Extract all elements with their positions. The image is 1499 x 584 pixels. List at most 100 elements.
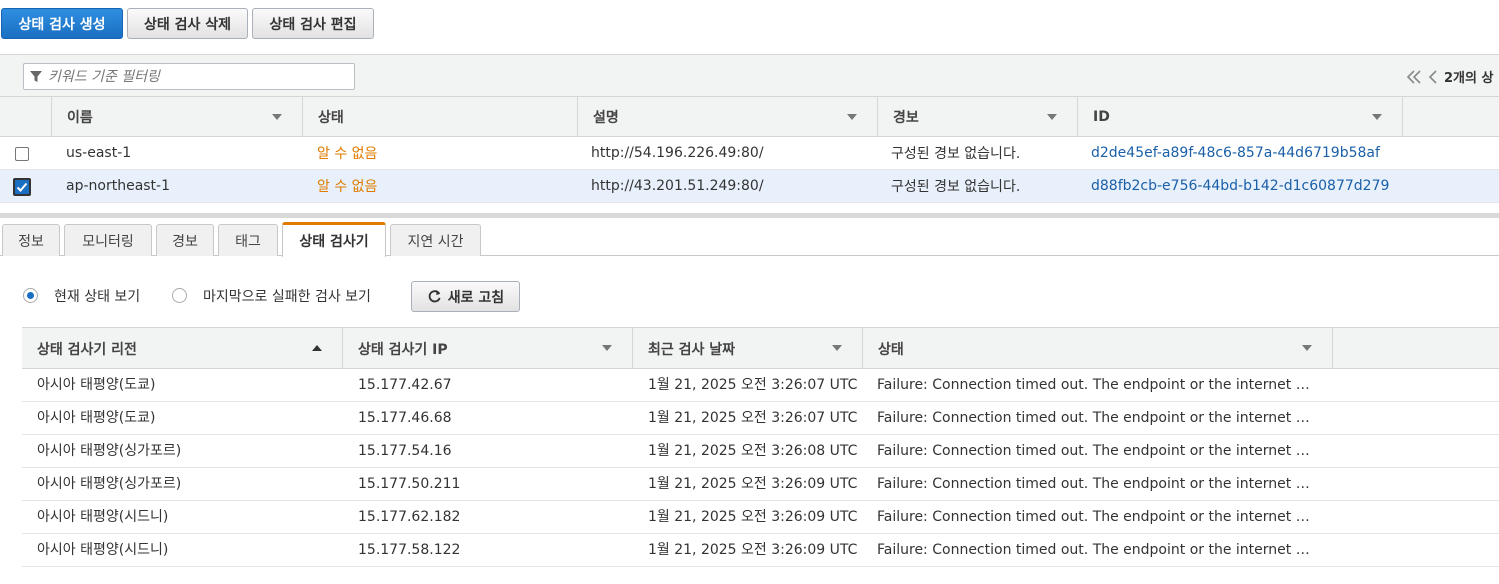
delete-health-check-button[interactable]: 상태 검사 삭제: [127, 8, 248, 39]
checker-status-text: Failure: Connection timed out. The endpo…: [877, 542, 1310, 558]
checker-status-text: Failure: Connection timed out. The endpo…: [877, 377, 1310, 393]
column-header-extra: [1402, 97, 1499, 137]
table-row[interactable]: ap-northeast-1 알 수 없음 http://43.201.51.2…: [0, 170, 1499, 203]
checker-last-check: 1월 21, 2025 오전 3:26:08 UTC: [648, 435, 863, 467]
refresh-button[interactable]: 새로 고침: [411, 281, 520, 312]
checker-region-text: 아시아 태평양(도쿄): [37, 377, 156, 393]
checker-status: Failure: Connection timed out. The endpo…: [877, 369, 1310, 401]
column-header-alarm[interactable]: 경보: [877, 97, 1077, 137]
row-status: 알 수 없음: [317, 146, 378, 162]
refresh-icon: [428, 289, 441, 303]
column-header-checker-status[interactable]: 상태: [863, 328, 1333, 369]
last-failed-radio[interactable]: [172, 288, 187, 303]
checker-row: 아시아 태평양(도쿄) 15.177.46.68 1월 21, 2025 오전 3:…: [22, 402, 1499, 435]
checker-last-check: 1월 21, 2025 오전 3:26:07 UTC: [648, 369, 863, 401]
sort-icon: [1302, 345, 1312, 351]
column-header-region[interactable]: 상태 검사기 리전: [22, 328, 343, 369]
pager-count: 2개의 상: [1444, 71, 1494, 86]
tab-latency[interactable]: 지연 시간: [390, 224, 481, 256]
create-health-check-button[interactable]: 상태 검사 생성: [1, 8, 123, 39]
checker-region: 아시아 태평양(싱가포르): [37, 468, 337, 500]
tab-tags[interactable]: 태그: [218, 224, 278, 256]
filter-bar: 2개의 상: [0, 54, 1499, 96]
checker-region-text: 아시아 태평양(싱가포르): [37, 476, 182, 492]
checker-last-check: 1월 21, 2025 오전 3:26:09 UTC: [648, 534, 863, 566]
first-page-icon[interactable]: [1406, 69, 1422, 84]
sort-icon: [272, 114, 282, 120]
checker-row: 아시아 태평양(도쿄) 15.177.42.67 1월 21, 2025 오전 3:…: [22, 369, 1499, 402]
row-alarm: 구성된 경보 없습니다.: [891, 179, 1021, 195]
checker-region: 아시아 태평양(도쿄): [37, 402, 337, 434]
health-checks-table: 이름 상태 설명 경보 ID us-east-1 알 수 없음 http://5…: [0, 96, 1499, 203]
checker-region-text: 아시아 태평양(시드니): [37, 542, 169, 558]
column-header-ip[interactable]: 상태 검사기 IP: [343, 328, 633, 369]
checker-last-check-text: 1월 21, 2025 오전 3:26:08 UTC: [648, 443, 858, 459]
column-header-id[interactable]: ID: [1077, 97, 1402, 137]
tab-monitoring[interactable]: 모니터링: [64, 224, 152, 256]
checker-ip-text: 15.177.54.16: [358, 443, 452, 459]
checker-region-text: 아시아 태평양(싱가포르): [37, 443, 182, 459]
table-header: 이름 상태 설명 경보 ID: [0, 96, 1499, 137]
checker-last-check-text: 1월 21, 2025 오전 3:26:09 UTC: [648, 476, 858, 492]
tab-alarms[interactable]: 경보: [156, 224, 214, 256]
checker-row: 아시아 태평양(시드니) 15.177.62.182 1월 21, 2025 오전 …: [22, 501, 1499, 534]
checker-status-text: Failure: Connection timed out. The endpo…: [877, 443, 1310, 459]
checker-last-check-text: 1월 21, 2025 오전 3:26:07 UTC: [648, 410, 858, 426]
checker-region-text: 아시아 태평양(도쿄): [37, 410, 156, 426]
checker-status-text: Failure: Connection timed out. The endpo…: [877, 410, 1310, 426]
checker-last-check: 1월 21, 2025 오전 3:26:09 UTC: [648, 501, 863, 533]
checker-ip-text: 15.177.42.67: [358, 377, 452, 393]
sort-icon: [602, 345, 612, 351]
checker-status: Failure: Connection timed out. The endpo…: [877, 534, 1310, 566]
checker-last-check-text: 1월 21, 2025 오전 3:26:07 UTC: [648, 377, 858, 393]
row-description: http://43.201.51.249:80/: [591, 178, 764, 194]
checker-status: Failure: Connection timed out. The endpo…: [877, 435, 1310, 467]
checker-ip: 15.177.58.122: [358, 534, 628, 566]
column-header-description[interactable]: 설명: [577, 97, 877, 137]
checker-region: 아시아 태평양(도쿄): [37, 369, 337, 401]
last-failed-label: 마지막으로 실패한 검사 보기: [203, 289, 371, 305]
edit-health-check-button[interactable]: 상태 검사 편집: [252, 8, 374, 39]
row-name: us-east-1: [66, 145, 132, 161]
checker-ip: 15.177.42.67: [358, 369, 628, 401]
checker-ip: 15.177.54.16: [358, 435, 628, 467]
checker-region-text: 아시아 태평양(시드니): [37, 509, 169, 525]
panel-resize-handle[interactable]: [0, 213, 1499, 218]
filter-box[interactable]: [23, 63, 355, 90]
column-header-name[interactable]: 이름: [51, 97, 302, 137]
tab-info[interactable]: 정보: [2, 224, 60, 256]
checker-last-check: 1월 21, 2025 오전 3:26:07 UTC: [648, 402, 863, 434]
checker-rows: 아시아 태평양(도쿄) 15.177.42.67 1월 21, 2025 오전 3:…: [22, 369, 1499, 567]
checker-status-text: Failure: Connection timed out. The endpo…: [877, 476, 1310, 492]
row-name: ap-northeast-1: [66, 178, 171, 194]
checker-row: 아시아 태평양(싱가포르) 15.177.50.211 1월 21, 2025 오전…: [22, 468, 1499, 501]
column-header-status[interactable]: 상태: [302, 97, 577, 137]
checker-status: Failure: Connection timed out. The endpo…: [877, 402, 1310, 434]
checker-ip: 15.177.50.211: [358, 468, 628, 500]
row-id[interactable]: d88fb2cb-e756-44bd-b142-d1c60877d279: [1091, 170, 1389, 202]
keyword-filter-input[interactable]: [48, 68, 338, 85]
checker-ip: 15.177.46.68: [358, 402, 628, 434]
toolbar: 상태 검사 생성 상태 검사 삭제 상태 검사 편집: [0, 0, 1499, 54]
current-status-radio[interactable]: [23, 288, 38, 303]
checker-status-text: Failure: Connection timed out. The endpo…: [877, 509, 1310, 525]
pager: 2개의 상: [1406, 67, 1493, 86]
previous-page-icon[interactable]: [1428, 69, 1438, 84]
health-checkers-table: 상태 검사기 리전 상태 검사기 IP 최근 검사 날짜 상태 아시아 태평양(…: [22, 327, 1499, 567]
row-checkbox[interactable]: [13, 178, 31, 196]
current-status-label: 현재 상태 보기: [54, 289, 141, 305]
detail-tabs: 정보 모니터링 경보 태그 상태 검사기 지연 시간: [0, 222, 1499, 257]
checker-ip-text: 15.177.62.182: [358, 509, 461, 525]
sort-icon: [1372, 114, 1382, 120]
checker-last-check: 1월 21, 2025 오전 3:26:09 UTC: [648, 468, 863, 500]
checker-last-check-text: 1월 21, 2025 오전 3:26:09 UTC: [648, 542, 858, 558]
check-icon: [16, 182, 28, 192]
table-row[interactable]: us-east-1 알 수 없음 http://54.196.226.49:80…: [0, 137, 1499, 170]
checker-ip-text: 15.177.50.211: [358, 476, 461, 492]
row-id[interactable]: d2de45ef-a89f-48c6-857a-44d6719b58af: [1091, 137, 1380, 169]
row-checkbox[interactable]: [15, 147, 29, 161]
column-header-last-check[interactable]: 최근 검사 날짜: [633, 328, 863, 369]
tab-health-checkers[interactable]: 상태 검사기: [282, 222, 386, 257]
row-status: 알 수 없음: [317, 179, 378, 195]
checker-ip: 15.177.62.182: [358, 501, 628, 533]
